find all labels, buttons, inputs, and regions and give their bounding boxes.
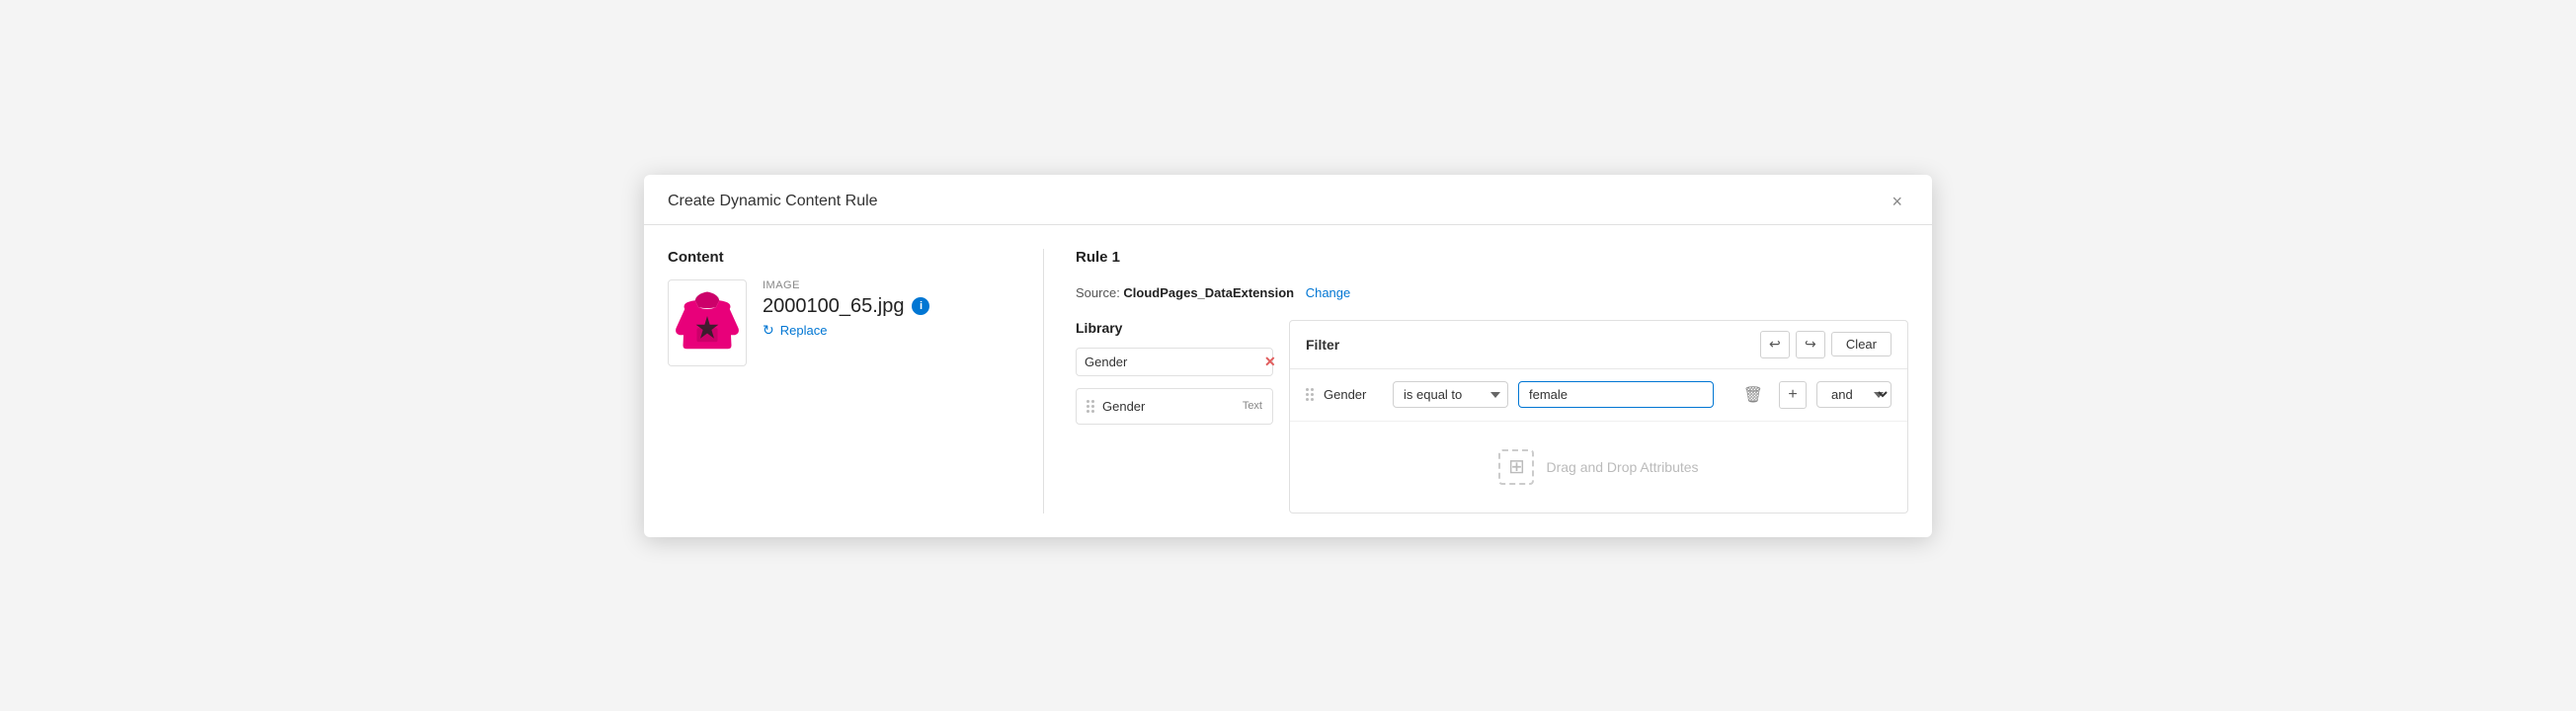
filter-operator-select[interactable]: is equal to is not equal to contains: [1393, 381, 1508, 408]
redo-button[interactable]: ↪: [1796, 331, 1825, 358]
filter-field-name: Gender: [1324, 387, 1383, 402]
trash-icon: 🗑: [1743, 387, 1763, 404]
change-source-link[interactable]: Change: [1306, 285, 1351, 300]
filter-value-input[interactable]: [1518, 381, 1714, 408]
plus-icon: +: [1788, 386, 1797, 404]
drag-drop-icon: ⊞: [1498, 449, 1534, 485]
hoodie-svg: [673, 283, 742, 362]
undo-button[interactable]: ↩: [1760, 331, 1790, 358]
rule-body: Library ✕: [1076, 320, 1908, 514]
rule-section: Rule 1 Source: CloudPages_DataExtension …: [1044, 249, 1908, 514]
content-image-thumbnail: [668, 279, 747, 366]
modal-header: Create Dynamic Content Rule ×: [644, 175, 1932, 225]
source-name: CloudPages_DataExtension: [1123, 285, 1294, 300]
filter-row-drag-handle[interactable]: [1306, 388, 1314, 401]
close-button[interactable]: ×: [1886, 191, 1908, 212]
library-title: Library: [1076, 320, 1273, 336]
content-card: IMAGE 2000100_65.jpg i ↻ Replace: [668, 279, 1011, 366]
library-item-gender[interactable]: Gender Text: [1076, 388, 1273, 425]
library-search-input[interactable]: [1085, 355, 1258, 369]
clear-search-icon[interactable]: ✕: [1264, 354, 1276, 370]
drag-drop-placeholder: ⊞ Drag and Drop Attributes: [1290, 422, 1907, 513]
replace-icon: ↻: [763, 322, 774, 339]
filter-header: Filter ↩ ↪ Clear: [1290, 321, 1907, 369]
drag-drop-label: Drag and Drop Attributes: [1546, 459, 1698, 475]
clear-filter-button[interactable]: Clear: [1831, 332, 1892, 356]
library-item-type: Text: [1243, 400, 1262, 412]
library-item-name: Gender: [1102, 399, 1145, 414]
filter-delete-button[interactable]: 🗑: [1737, 383, 1769, 407]
filter-actions: ↩ ↪ Clear: [1760, 331, 1892, 358]
filter-and-or-select[interactable]: and or: [1816, 381, 1892, 408]
filter-add-button[interactable]: +: [1779, 381, 1807, 409]
content-filename: 2000100_65.jpg i: [763, 295, 929, 318]
filter-panel: Filter ↩ ↪ Clear: [1289, 320, 1908, 514]
redo-icon: ↪: [1805, 336, 1816, 353]
source-row: Source: CloudPages_DataExtension Change: [1076, 285, 1908, 300]
drag-handle-icon: [1087, 400, 1094, 413]
content-section-label: Content: [668, 249, 1011, 266]
library-search-box: ✕: [1076, 348, 1273, 376]
info-icon[interactable]: i: [912, 297, 929, 315]
replace-button[interactable]: ↻ Replace: [763, 322, 929, 339]
library-panel: Library ✕: [1076, 320, 1273, 425]
modal-body: Content: [644, 225, 1932, 537]
modal-title: Create Dynamic Content Rule: [668, 193, 878, 210]
undo-icon: ↩: [1769, 336, 1781, 353]
filter-row: Gender is equal to is not equal to conta…: [1290, 369, 1907, 422]
rule-label: Rule 1: [1076, 249, 1908, 266]
content-info: IMAGE 2000100_65.jpg i ↻ Replace: [763, 279, 929, 339]
filter-title: Filter: [1306, 337, 1339, 353]
content-type: IMAGE: [763, 279, 929, 291]
create-dynamic-content-rule-modal: Create Dynamic Content Rule × Content: [644, 175, 1932, 537]
content-section: Content: [668, 249, 1043, 514]
